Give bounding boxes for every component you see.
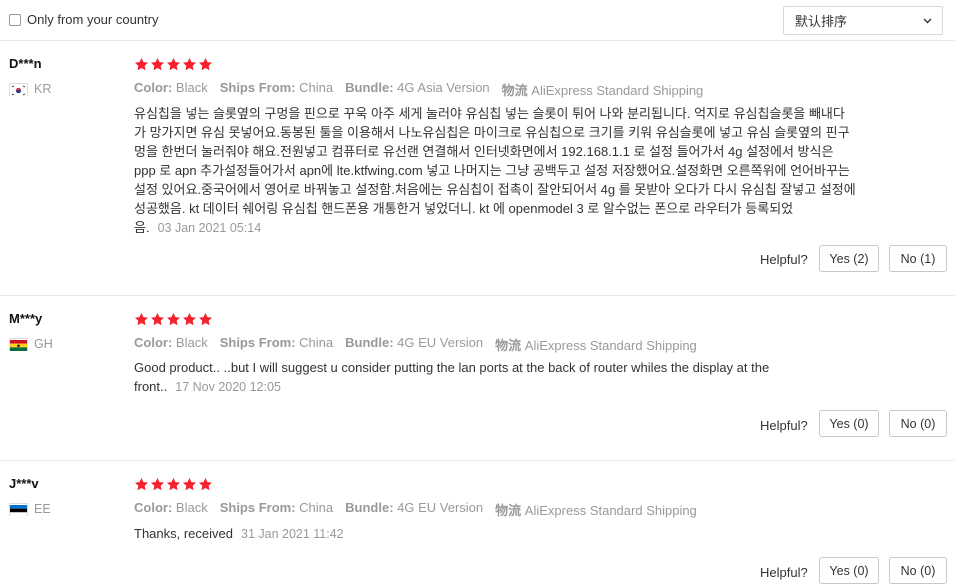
reviewer-country: GH [9, 337, 53, 351]
reviewer-name: M***y [9, 311, 43, 326]
helpful-label: Helpful? [760, 418, 808, 433]
helpful-yes-button[interactable]: Yes (2) [819, 245, 879, 272]
review-divider [0, 295, 955, 296]
only-from-country-filter[interactable]: Only from your country [9, 12, 159, 27]
star-icon [182, 57, 197, 71]
attr-shipping: 物流 AliExpress Standard Shipping [495, 338, 697, 353]
helpful-no-button[interactable]: No (1) [889, 245, 947, 272]
review-date: 17 Nov 2020 12:05 [175, 380, 281, 394]
reviewer-name: J***v [9, 476, 39, 491]
helpful-yes-button[interactable]: Yes (0) [819, 557, 879, 584]
chevron-down-icon [923, 16, 932, 25]
review-text: Thanks, received 31 Jan 2021 11:42 [134, 524, 856, 544]
helpful-no-button[interactable]: No (0) [889, 410, 947, 437]
only-from-country-checkbox[interactable] [9, 13, 21, 26]
attr-shipping: 物流 AliExpress Standard Shipping [495, 503, 697, 518]
reviewer-name: D***n [9, 56, 42, 71]
flag-ee-icon [9, 502, 28, 516]
sort-dropdown[interactable]: 默认排序 [783, 6, 943, 35]
helpful-no-button[interactable]: No (0) [889, 557, 947, 584]
review-date: 31 Jan 2021 11:42 [241, 527, 344, 541]
star-icon [182, 477, 197, 491]
attr-bundle: Bundle: 4G EU Version [345, 335, 484, 350]
country-code: KR [34, 82, 52, 96]
star-icon [166, 477, 181, 491]
order-attributes: Color: Black Ships From: China Bundle: 4… [134, 80, 715, 99]
order-attributes: Color: Black Ships From: China Bundle: 4… [134, 500, 709, 519]
star-icon [198, 312, 213, 326]
review-body: Thanks, received [134, 526, 233, 541]
review-body: 유심칩을 넣는 슬롯옆의 구멍을 핀으로 꾸욱 아주 세게 눌러야 유심칩 넣는… [134, 106, 856, 235]
star-icon [198, 477, 213, 491]
only-from-country-label: Only from your country [27, 12, 159, 27]
attr-color: Color: Black [134, 335, 208, 350]
attr-ships-from: Ships From: China [219, 335, 334, 350]
star-rating [134, 57, 213, 72]
review-date: 03 Jan 2021 05:14 [157, 221, 262, 235]
attr-bundle: Bundle: 4G EU Version [345, 500, 484, 515]
attr-color: Color: Black [134, 80, 208, 95]
attr-ships-from: Ships From: China [219, 500, 334, 515]
country-code: GH [34, 337, 53, 351]
helpful-label: Helpful? [760, 565, 808, 580]
star-icon [166, 312, 181, 326]
star-icon [198, 57, 213, 71]
flag-gh-icon [9, 337, 28, 351]
review-text: 유심칩을 넣는 슬롯옆의 구멍을 핀으로 꾸욱 아주 세게 눌러야 유심칩 넣는… [134, 104, 856, 238]
country-code: EE [34, 502, 51, 516]
reviewer-country: KR [9, 82, 51, 96]
attr-color: Color: Black [134, 500, 208, 515]
star-icon [150, 312, 165, 326]
star-icon [134, 57, 149, 71]
review-filter-bar: Only from your country 默认排序 [0, 0, 955, 41]
star-rating [134, 312, 213, 327]
star-icon [150, 57, 165, 71]
star-icon [134, 312, 149, 326]
star-icon [134, 477, 149, 491]
reviewer-country: EE [9, 502, 51, 516]
star-icon [150, 477, 165, 491]
sort-selected-value: 默认排序 [795, 14, 848, 29]
star-icon [182, 312, 197, 326]
star-rating [134, 477, 213, 492]
flag-kr-icon [9, 82, 28, 96]
helpful-yes-button[interactable]: Yes (0) [819, 410, 879, 437]
order-attributes: Color: Black Ships From: China Bundle: 4… [134, 335, 709, 354]
review-text: Good product.. ..but I will suggest u co… [134, 358, 856, 397]
attr-ships-from: Ships From: China [219, 80, 334, 95]
attr-shipping: 物流 AliExpress Standard Shipping [501, 83, 704, 98]
helpful-label: Helpful? [760, 252, 808, 267]
review-divider [0, 460, 955, 461]
star-icon [166, 57, 181, 71]
attr-bundle: Bundle: 4G Asia Version [345, 80, 490, 95]
